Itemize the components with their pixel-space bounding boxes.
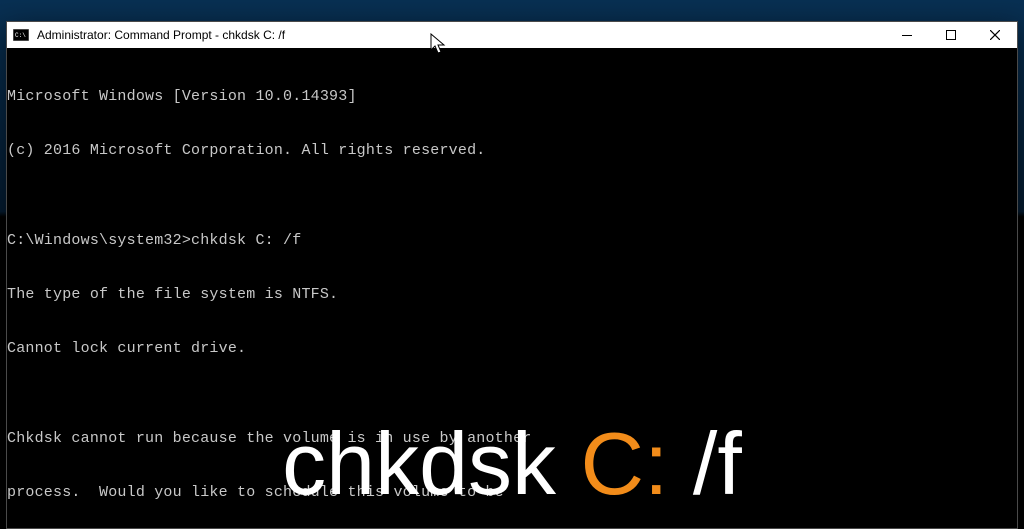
terminal-line: Microsoft Windows [Version 10.0.14393] [7,88,1013,106]
terminal-line: The type of the file system is NTFS. [7,286,1013,304]
close-icon [990,30,1000,40]
cmd-icon: C:\ [11,27,31,43]
terminal-line: (c) 2016 Microsoft Corporation. All righ… [7,142,1013,160]
close-button[interactable] [973,22,1017,48]
svg-text:C:\: C:\ [15,32,26,39]
minimize-icon [902,30,912,40]
minimize-button[interactable] [885,22,929,48]
maximize-icon [946,30,956,40]
window-titlebar[interactable]: C:\ Administrator: Command Prompt - chkd… [7,22,1017,48]
titlebar-drag-area[interactable] [285,22,885,48]
terminal-line: Chkdsk cannot run because the volume is … [7,430,1013,448]
terminal-line: C:\Windows\system32>chkdsk C: /f [7,232,1013,250]
terminal-output[interactable]: Microsoft Windows [Version 10.0.14393] (… [7,48,1017,529]
command-prompt-window: C:\ Administrator: Command Prompt - chkd… [6,21,1018,529]
desktop-background: C:\ Administrator: Command Prompt - chkd… [0,0,1024,529]
terminal-line: process. Would you like to schedule this… [7,484,1013,502]
window-controls [885,22,1017,48]
terminal-line: Cannot lock current drive. [7,340,1013,358]
window-title: Administrator: Command Prompt - chkdsk C… [37,22,285,48]
maximize-button[interactable] [929,22,973,48]
